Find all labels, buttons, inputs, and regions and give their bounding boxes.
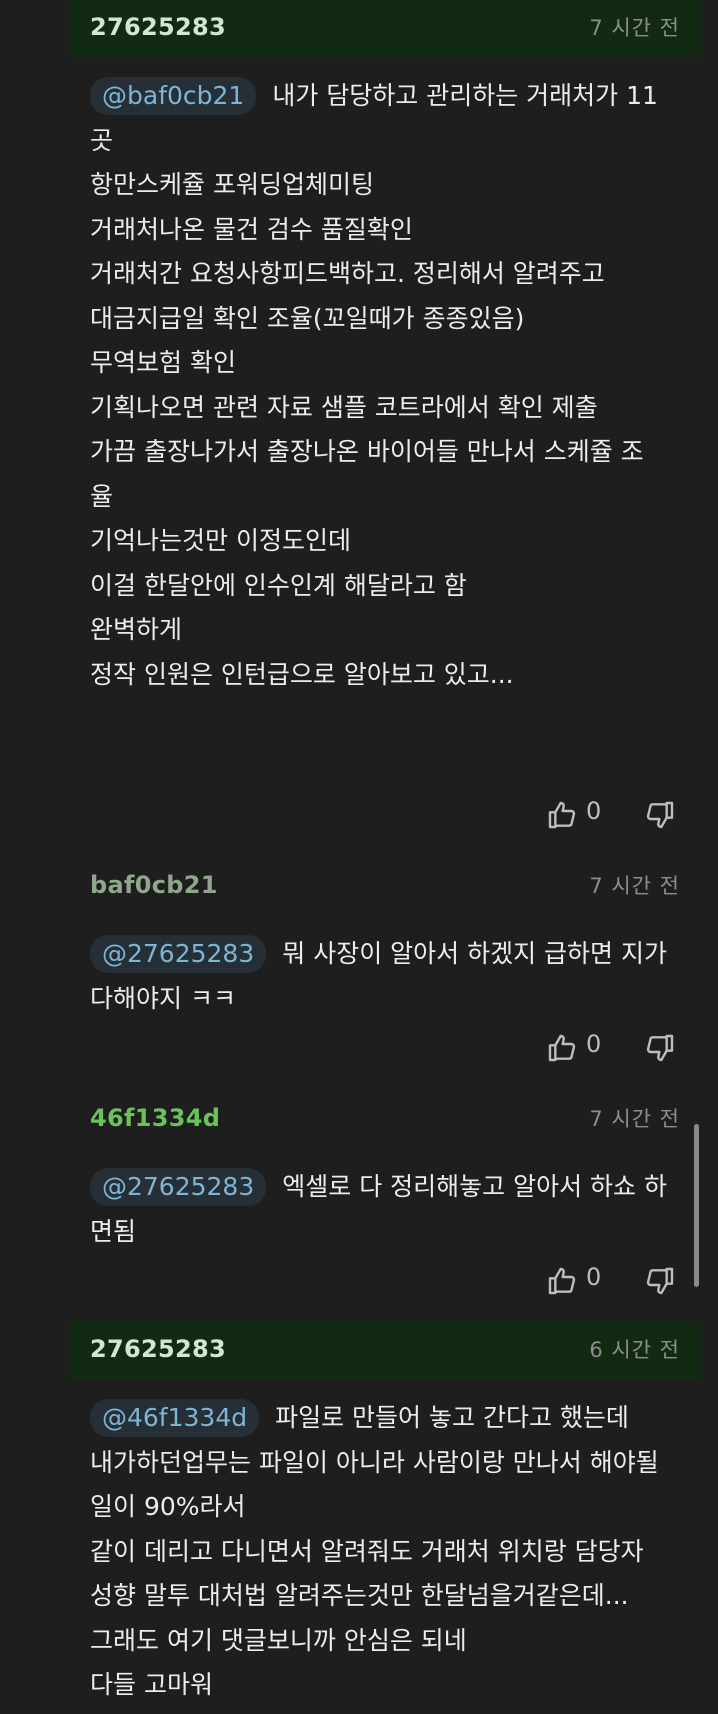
comment-text-line: 그래도 여기 댓글보니까 안심은 되네	[90, 1625, 467, 1655]
comment-author[interactable]: baf0cb21	[90, 871, 218, 899]
reaction-bar: 0	[546, 795, 686, 835]
comment-text-line: 기획나오면 관련 자료 샘플 코트라에서 확인 제출	[90, 392, 598, 422]
like-count: 0	[586, 1030, 602, 1058]
comment-body: @27625283 뭐 사장이 알아서 하겠지 급하면 지가 다해야지 ㅋㅋ	[90, 932, 690, 1021]
comment-text-line: 무역보험 확인	[90, 348, 236, 377]
comment-timestamp: 6 시간 전	[589, 1338, 680, 1362]
comment-text-line: 완벽하게	[90, 615, 183, 644]
like-count: 0	[586, 797, 602, 825]
comment-text-line: 파일로 만들어 놓고 간다고 했는데	[275, 1403, 629, 1432]
comment-text-line: 대금지급일 확인 조율(꼬일때가 종종있음)	[90, 303, 525, 333]
comment-text-line: 내가 담당하고 관리하는 거래처가 11	[272, 81, 658, 110]
comment-text-line: 일이 90%라서	[90, 1492, 246, 1521]
comment-text-line: 엑셀로 다 정리해놓고 알아서 하쇼 하	[282, 1172, 667, 1201]
mention-chip[interactable]: @27625283	[90, 1168, 267, 1206]
comment-text-line: 이걸 한달안에 인수인계 해달라고 함	[90, 570, 467, 600]
thumbs-up-icon[interactable]	[546, 1265, 578, 1297]
mention-chip[interactable]: @46f1334d	[90, 1399, 260, 1437]
thumbs-up-icon[interactable]	[546, 799, 578, 831]
comment-body: @baf0cb21 내가 담당하고 관리하는 거래처가 11 곳 항만스케쥴 포워…	[90, 74, 690, 697]
comment-body: @46f1334d 파일로 만들어 놓고 간다고 했는데 내가하던업무는 파일이 …	[90, 1396, 690, 1708]
mention-chip[interactable]: @baf0cb21	[90, 77, 257, 115]
scrollbar[interactable]	[694, 1124, 699, 1287]
comment-author[interactable]: 46f1334d	[90, 1104, 220, 1132]
comment-text-line: 가끔 출장나가서 출장나온 바이어들 만나서 스케쥴 조	[90, 437, 644, 466]
like-count: 0	[586, 1263, 602, 1291]
thumbs-up-icon[interactable]	[546, 1032, 578, 1064]
comment-body: @27625283 엑셀로 다 정리해놓고 알아서 하쇼 하 면됨	[90, 1165, 690, 1254]
reaction-bar: 0	[546, 1028, 686, 1068]
reaction-bar: 0	[546, 1261, 686, 1301]
comment-text-line: 면됨	[90, 1216, 137, 1246]
comment: 46f1334d 7 시간 전 @27625283 엑셀로 다 정리해놓고 알아서…	[70, 1091, 702, 1313]
comment-text-line: 정작 인원은 인턴급으로 알아보고 있고...	[90, 659, 514, 689]
comment-text-line: 율	[90, 481, 114, 511]
comment-author[interactable]: 27625283	[90, 13, 226, 41]
comment-header: baf0cb21 7 시간 전	[70, 858, 702, 916]
comment-text-line: 항만스케쥴 포워딩업체미팅	[90, 170, 374, 199]
comment-author[interactable]: 27625283	[90, 1335, 226, 1363]
mention-chip[interactable]: @27625283	[90, 935, 267, 973]
comment-text-line: 기억나는것만 이정도인데	[90, 526, 351, 555]
comment-text-line: 다들 고마워	[90, 1670, 213, 1699]
comment-text-line: 거래처간 요청사항피드백하고. 정리해서 알려주고	[90, 259, 605, 288]
comment-text-line: 거래처나온 물건 검수 품질확인	[90, 214, 413, 244]
comment: baf0cb21 7 시간 전 @27625283 뭐 사장이 알아서 하겠지 급…	[70, 858, 702, 1080]
comment-text-line: 같이 데리고 다니면서 알려줘도 거래처 위치랑 담당자	[90, 1536, 644, 1566]
comment: 27625283 7 시간 전 @baf0cb21 내가 담당하고 관리하는 거래…	[70, 0, 702, 845]
comment-header: 27625283 6 시간 전	[70, 1322, 702, 1380]
comment-text-line: 곳	[90, 125, 114, 155]
comment-timestamp: 7 시간 전	[589, 874, 680, 898]
thumbs-down-icon[interactable]	[644, 1265, 676, 1297]
comment-text-line: 내가하던업무는 파일이 아니라 사람이랑 만나서 해야될	[90, 1447, 659, 1477]
comment-timestamp: 7 시간 전	[589, 16, 680, 40]
thumbs-down-icon[interactable]	[644, 799, 676, 831]
comment-text-line: 다해야지 ㅋㅋ	[90, 983, 236, 1013]
comment-text-line: 뭐 사장이 알아서 하겠지 급하면 지가	[282, 939, 667, 968]
comment-header: 27625283 7 시간 전	[70, 0, 702, 58]
comment-timestamp: 7 시간 전	[589, 1107, 680, 1131]
comment-text-line: 성향 말투 대처법 알려주는것만 한달넘을거같은데...	[90, 1581, 629, 1610]
comment-header: 46f1334d 7 시간 전	[70, 1091, 702, 1149]
comment: 27625283 6 시간 전 @46f1334d 파일로 만들어 놓고 간다고 …	[70, 1322, 702, 1714]
thumbs-down-icon[interactable]	[644, 1032, 676, 1064]
